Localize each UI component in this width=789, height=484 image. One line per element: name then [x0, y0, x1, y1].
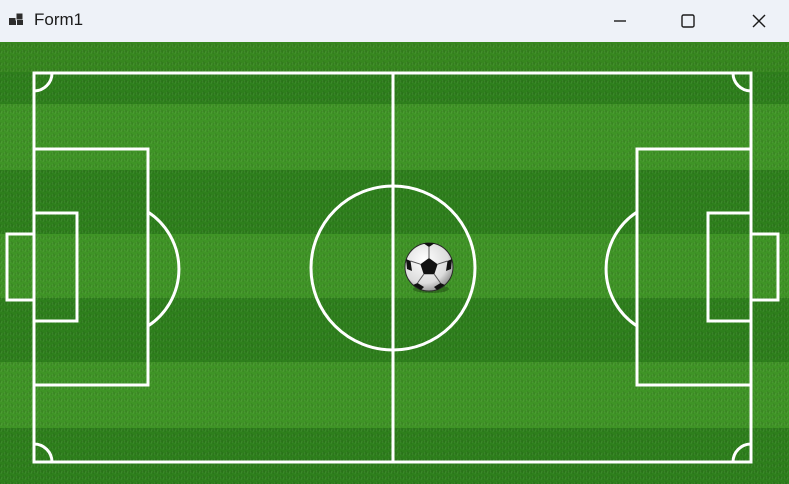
close-icon: [751, 13, 767, 29]
maximize-button[interactable]: [665, 0, 711, 42]
form1-window: Form1: [0, 0, 789, 484]
form-app-icon: [8, 11, 26, 29]
title-bar[interactable]: Form1: [0, 0, 789, 42]
minimize-icon: [612, 13, 628, 29]
maximize-icon: [680, 13, 696, 29]
window-title: Form1: [34, 10, 84, 29]
soccer-field: [0, 42, 789, 484]
minimize-button[interactable]: [597, 0, 643, 42]
close-button[interactable]: [736, 0, 782, 42]
